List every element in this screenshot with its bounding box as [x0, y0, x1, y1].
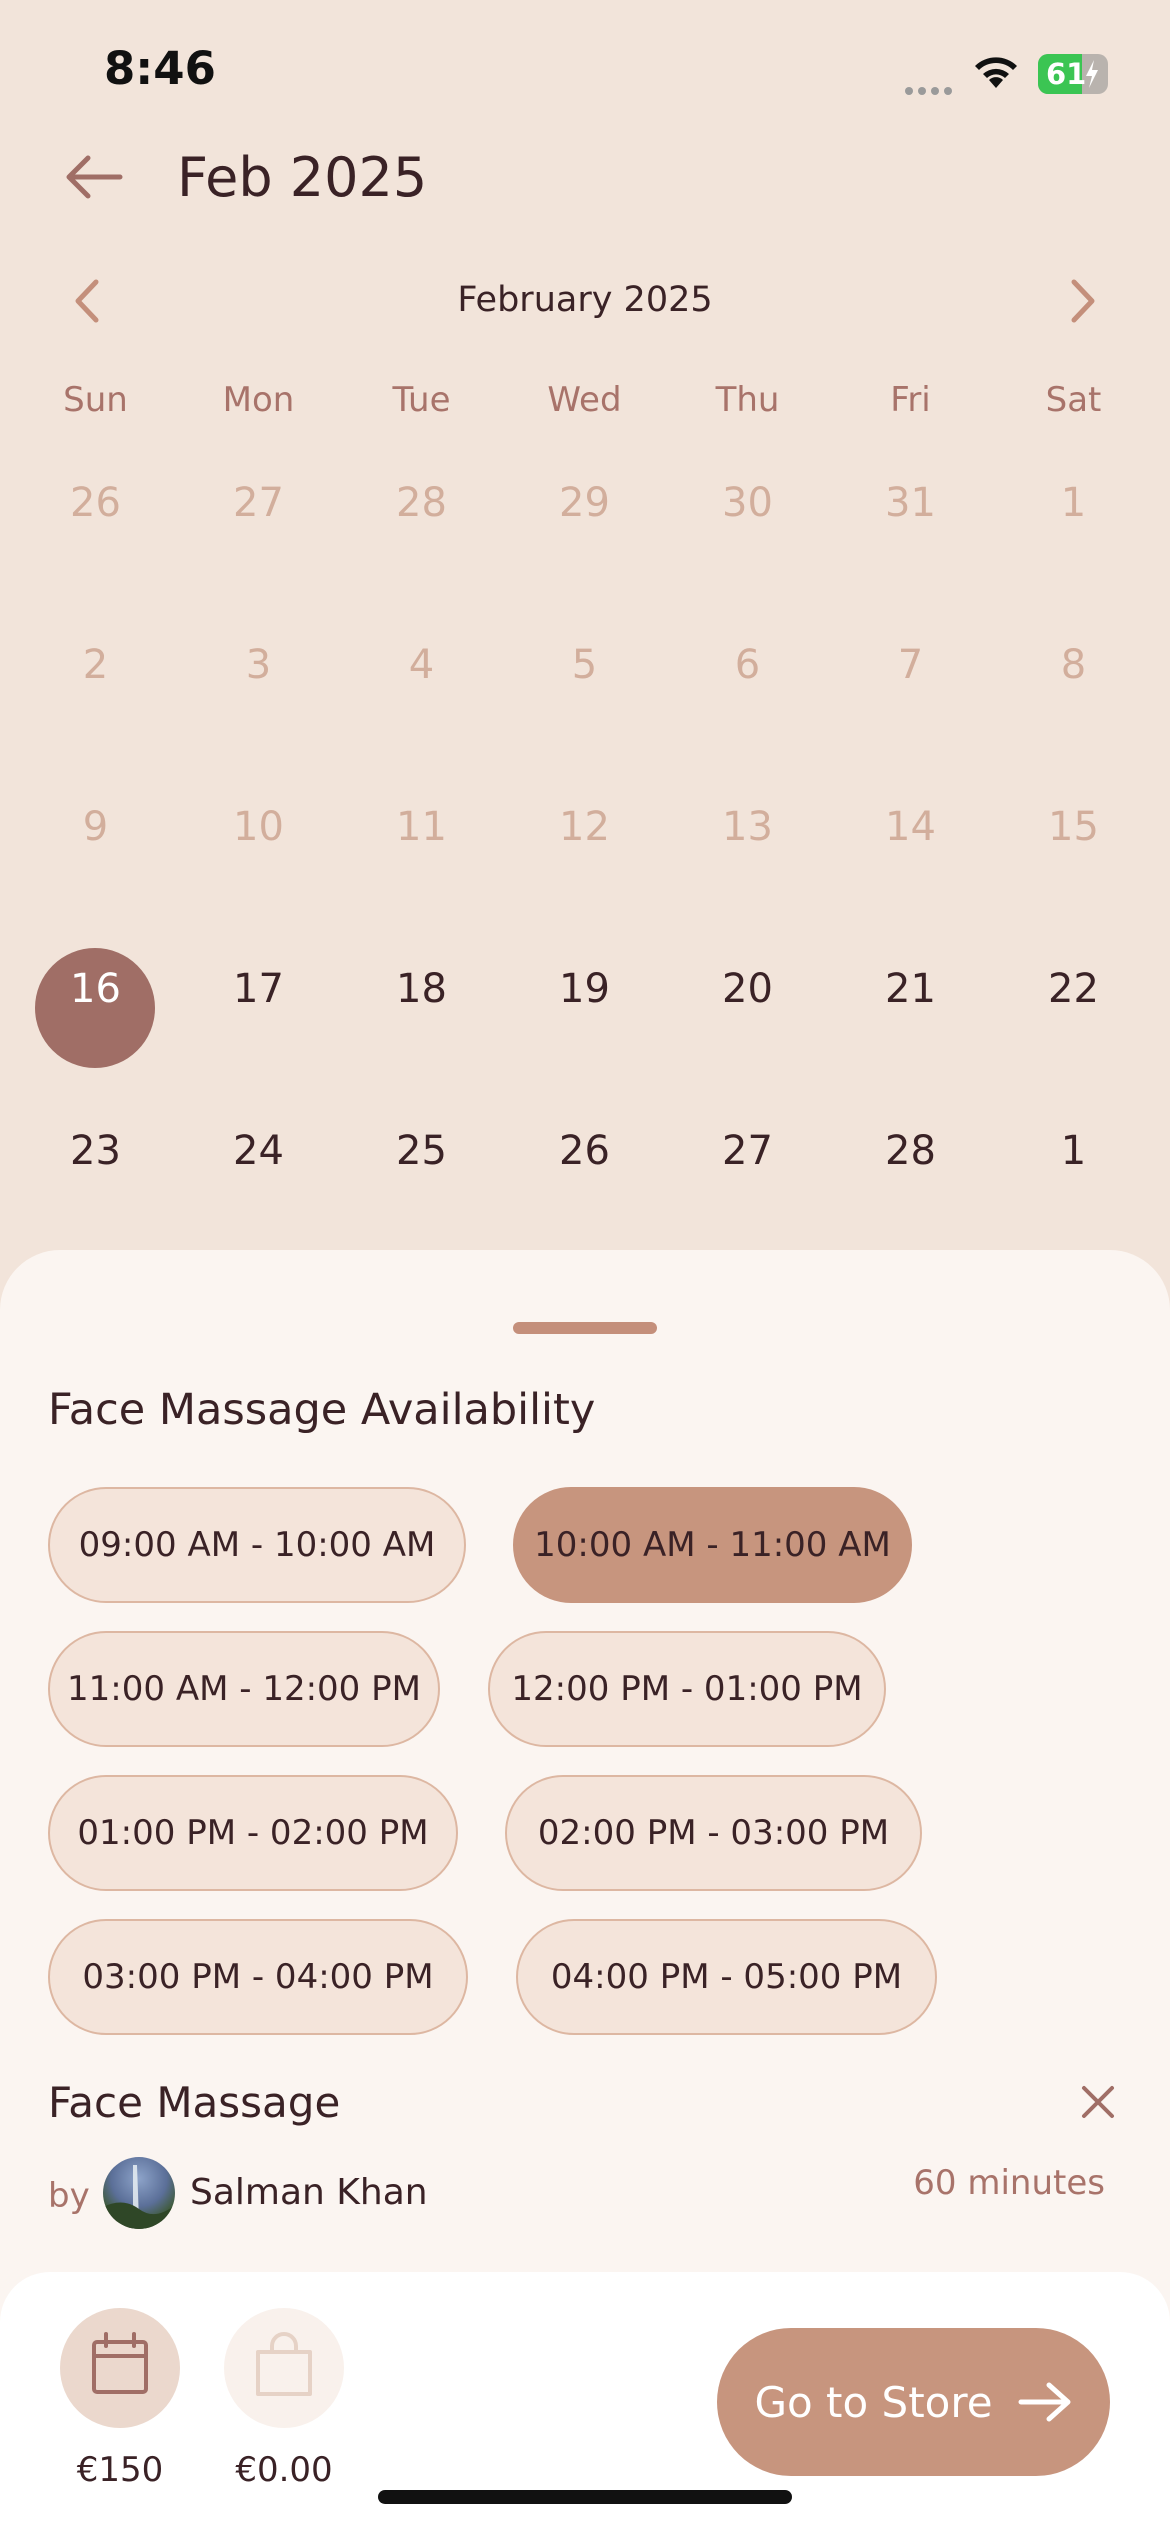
calendar-day[interactable]: 28	[829, 1128, 992, 1174]
calendar-day[interactable]: 19	[503, 966, 666, 1012]
time-slot-chip[interactable]: 02:00 PM - 03:00 PM	[505, 1775, 922, 1891]
calendar-day[interactable]: 18	[340, 966, 503, 1012]
calendar-day[interactable]: 20	[666, 966, 829, 1012]
time-slot-chip[interactable]: 04:00 PM - 05:00 PM	[516, 1919, 937, 2035]
go-to-store-button[interactable]: Go to Store	[717, 2328, 1110, 2476]
calendar-day[interactable]: 5	[503, 642, 666, 688]
by-label: by	[48, 2176, 90, 2216]
weekday-fri: Fri	[890, 380, 931, 420]
calendar-day[interactable]: 17	[177, 966, 340, 1012]
calendar-day[interactable]: 12	[503, 804, 666, 850]
cart-price: €0.00	[235, 2450, 333, 2490]
calendar-day[interactable]: 26	[14, 480, 177, 526]
weekday-wed: Wed	[547, 380, 622, 420]
calendar-day[interactable]: 10	[177, 804, 340, 850]
availability-title: Face Massage Availability	[48, 1385, 596, 1435]
back-arrow-icon[interactable]	[64, 152, 124, 206]
calendar-day[interactable]: 25	[340, 1128, 503, 1174]
time-slot-chip[interactable]: 10:00 AM - 11:00 AM	[513, 1487, 912, 1603]
calendar-day[interactable]: 7	[829, 642, 992, 688]
calendar-day[interactable]: 16	[14, 966, 177, 1012]
weekday-sat: Sat	[1045, 380, 1102, 420]
booking-price: €150	[76, 2450, 164, 2490]
calendar-day[interactable]: 3	[177, 642, 340, 688]
sheet-drag-handle[interactable]	[513, 1322, 657, 1334]
chevron-right-icon[interactable]	[1066, 278, 1100, 328]
wifi-icon	[970, 52, 1022, 96]
time-slot-chip[interactable]: 03:00 PM - 04:00 PM	[48, 1919, 468, 2035]
weekday-mon: Mon	[222, 380, 295, 420]
battery-icon: 61	[1038, 54, 1108, 94]
calendar-day[interactable]: 6	[666, 642, 829, 688]
arrow-right-icon	[1018, 2382, 1071, 2422]
calendar-day[interactable]: 22	[992, 966, 1155, 1012]
calendar-day[interactable]: 28	[340, 480, 503, 526]
time-slot-chip[interactable]: 11:00 AM - 12:00 PM	[48, 1631, 440, 1747]
weekday-thu: Thu	[715, 380, 780, 420]
page-title: Feb 2025	[177, 146, 428, 209]
calendar-day[interactable]: 8	[992, 642, 1155, 688]
calendar-day[interactable]: 1	[992, 480, 1155, 526]
close-icon[interactable]	[1078, 2082, 1118, 2126]
calendar-day[interactable]: 26	[503, 1128, 666, 1174]
calendar-day[interactable]: 1	[992, 1128, 1155, 1174]
calendar-day[interactable]: 9	[14, 804, 177, 850]
calendar-icon	[92, 2332, 148, 2394]
time-slot-chip[interactable]: 12:00 PM - 01:00 PM	[488, 1631, 886, 1747]
calendar-day[interactable]: 13	[666, 804, 829, 850]
calendar-day[interactable]: 24	[177, 1128, 340, 1174]
calendar-day[interactable]: 21	[829, 966, 992, 1012]
calendar-day[interactable]: 30	[666, 480, 829, 526]
booking-tab-button[interactable]	[60, 2308, 180, 2428]
calendar-day[interactable]: 29	[503, 480, 666, 526]
service-name: Face Massage	[48, 2078, 341, 2127]
calendar-day[interactable]: 14	[829, 804, 992, 850]
avatar	[103, 2157, 175, 2229]
calendar-day[interactable]: 15	[992, 804, 1155, 850]
calendar-day[interactable]: 11	[340, 804, 503, 850]
month-label: February 2025	[457, 280, 713, 320]
home-indicator	[378, 2490, 792, 2504]
time-slot-chip[interactable]: 01:00 PM - 02:00 PM	[48, 1775, 458, 1891]
service-duration: 60 minutes	[913, 2163, 1105, 2203]
calendar-day[interactable]: 2	[14, 642, 177, 688]
weekday-tue: Tue	[392, 380, 451, 420]
calendar-day[interactable]: 27	[177, 480, 340, 526]
calendar-day[interactable]: 23	[14, 1128, 177, 1174]
calendar-day[interactable]: 31	[829, 480, 992, 526]
status-time: 8:46	[104, 42, 216, 95]
provider-name[interactable]: Salman Khan	[190, 2172, 428, 2213]
battery-level: 61	[1046, 57, 1087, 91]
calendar-day[interactable]: 4	[340, 642, 503, 688]
calendar-day[interactable]: 27	[666, 1128, 829, 1174]
go-to-store-label: Go to Store	[754, 2377, 993, 2427]
cart-tab-button[interactable]	[224, 2308, 344, 2428]
weekday-sun: Sun	[63, 380, 128, 420]
shopping-bag-icon	[256, 2332, 312, 2396]
cellular-signal-icon	[905, 80, 959, 95]
time-slot-chip[interactable]: 09:00 AM - 10:00 AM	[48, 1487, 466, 1603]
